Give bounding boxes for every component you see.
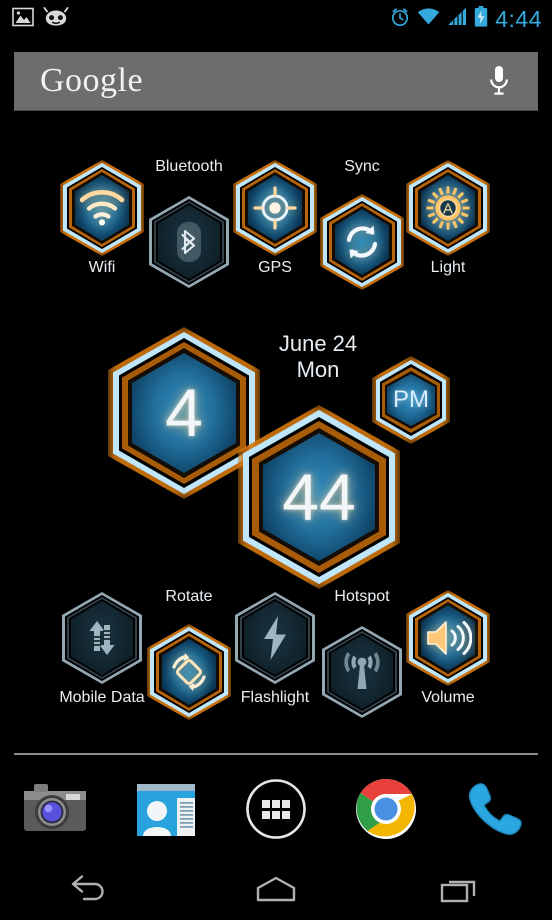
nav-back-button[interactable]	[0, 858, 184, 920]
back-arrow-icon	[71, 875, 104, 901]
dock	[0, 768, 552, 850]
camera-icon	[22, 779, 88, 840]
navigation-bar	[0, 858, 552, 920]
clock-weekday-value: Mon	[296, 357, 340, 382]
google-search-bar[interactable]: Google	[14, 52, 538, 110]
nav-home-button[interactable]	[184, 858, 368, 920]
dock-item-app-drawer[interactable]	[221, 768, 331, 850]
toggle-row-top: Wifi Bluetooth GPS Sync A Light	[0, 150, 552, 290]
alarm-clock-icon	[390, 7, 410, 32]
battery-charging-icon	[474, 6, 488, 32]
status-bar[interactable]: 4:44	[0, 0, 552, 38]
google-logo-text: Google	[40, 62, 144, 99]
microphone-icon[interactable]	[486, 64, 538, 98]
chrome-icon	[356, 778, 417, 839]
dock-divider	[14, 753, 538, 755]
cellular-signal-icon	[447, 7, 467, 31]
cyanogenmod-icon	[43, 6, 69, 32]
toggle-row-bottom: Mobile Data Rotate Flashlight Hotspot Vo…	[0, 580, 552, 720]
wifi-signal-icon	[417, 7, 440, 31]
light-hexagon[interactable]: A	[406, 160, 490, 256]
clock-date-value: June 24	[278, 331, 358, 356]
dock-item-camera[interactable]	[0, 768, 110, 850]
toggle-label-volume: Volume	[421, 689, 475, 706]
contacts-icon	[136, 784, 195, 836]
status-bar-system-icons[interactable]: 4:44	[390, 6, 552, 32]
toggle-light[interactable]: A Light	[406, 160, 490, 276]
clock-date[interactable]: June 24 Mon	[243, 331, 393, 383]
recents-icon	[440, 880, 476, 903]
dock-item-chrome[interactable]	[331, 768, 441, 850]
phone-icon	[468, 783, 522, 835]
app-drawer-icon	[246, 779, 306, 839]
toggle-label-light: Light	[430, 259, 466, 276]
status-bar-clock: 4:44	[495, 5, 542, 32]
home-screen: 4:44 Google Wifi Bluetooth GPS Sync A Li…	[0, 0, 552, 920]
toggle-volume[interactable]: Volume	[406, 590, 490, 706]
dock-item-phone[interactable]	[442, 768, 552, 850]
clock-widget[interactable]: 4 44 PM June 24 Mon	[0, 315, 552, 589]
dock-item-people[interactable]	[110, 768, 220, 850]
volume-hexagon[interactable]	[406, 590, 490, 686]
screenshot-image-icon	[12, 7, 34, 32]
status-bar-notifications[interactable]	[0, 6, 69, 32]
nav-recents-button[interactable]	[368, 858, 552, 920]
home-icon	[256, 876, 296, 902]
